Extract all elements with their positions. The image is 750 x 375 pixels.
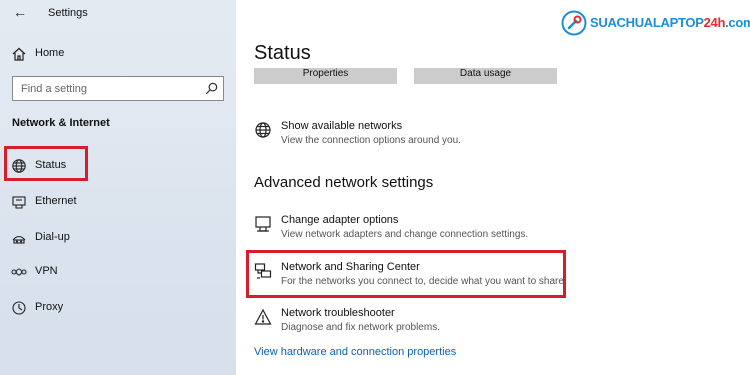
watermark-text-tail: .com [725, 15, 750, 30]
hardware-properties-link[interactable]: View hardware and connection properties [254, 346, 456, 358]
wrench-logo-icon [561, 10, 587, 36]
sidebar-item-home[interactable]: Home [0, 41, 236, 67]
show-networks-link[interactable]: Show available networks View the connect… [254, 120, 584, 154]
home-icon [11, 46, 27, 62]
row-description: Diagnose and fix network problems. [281, 322, 440, 333]
sidebar-item-ethernet[interactable]: Ethernet [0, 189, 236, 215]
proxy-icon [11, 300, 27, 316]
sidebar-item-proxy[interactable]: Proxy [0, 295, 236, 321]
adapter-icon [254, 215, 272, 233]
warning-icon [254, 308, 272, 326]
sharing-center-highlight-box [246, 250, 566, 298]
advanced-settings-heading: Advanced network settings [254, 174, 434, 191]
change-adapter-options-link[interactable]: Change adapter options View network adap… [254, 214, 584, 248]
vpn-icon [11, 264, 27, 280]
sidebar-item-vpn[interactable]: VPN [0, 259, 236, 285]
sidebar-item-label: Home [35, 47, 65, 59]
row-title: Change adapter options [281, 214, 399, 226]
section-title: Network & Internet [12, 117, 110, 129]
dialup-icon [11, 230, 27, 246]
title-bar: ← Settings [0, 0, 236, 28]
network-troubleshooter-link[interactable]: Network troubleshooter Diagnose and fix … [254, 307, 584, 341]
watermark-text-main: SUACHUALAPTOP [590, 15, 704, 30]
sidebar-item-label: Dial-up [35, 231, 70, 243]
sidebar-item-label: Ethernet [35, 195, 77, 207]
search-placeholder: Find a setting [21, 83, 88, 95]
sidebar-item-label: Proxy [35, 301, 64, 313]
settings-sidebar: ← Settings Home Find a setting Network &… [0, 0, 236, 375]
search-icon[interactable] [204, 81, 219, 96]
properties-button[interactable]: Properties [254, 68, 397, 84]
sidebar-item-label: VPN [35, 265, 58, 277]
row-description: View the connection options around you. [281, 135, 461, 146]
search-input[interactable]: Find a setting [12, 76, 224, 101]
page-title: Status [254, 42, 311, 64]
app-title: Settings [48, 7, 88, 19]
watermark-logo: SUACHUALAPTOP24h.com [561, 8, 750, 38]
row-title: Show available networks [281, 120, 403, 132]
watermark-text: SUACHUALAPTOP24h.com [590, 15, 750, 30]
back-arrow-icon[interactable]: ← [13, 5, 27, 19]
globe-icon [254, 121, 272, 139]
status-highlight-box [4, 146, 88, 181]
ethernet-icon [11, 194, 27, 210]
watermark-text-accent: 24h [703, 15, 726, 30]
data-usage-button[interactable]: Data usage [414, 68, 557, 84]
main-content: Status Properties Data usage Show availa… [236, 0, 750, 375]
row-title: Network troubleshooter [281, 307, 395, 319]
row-description: View network adapters and change connect… [281, 229, 529, 240]
sidebar-item-dialup[interactable]: Dial-up [0, 225, 236, 251]
